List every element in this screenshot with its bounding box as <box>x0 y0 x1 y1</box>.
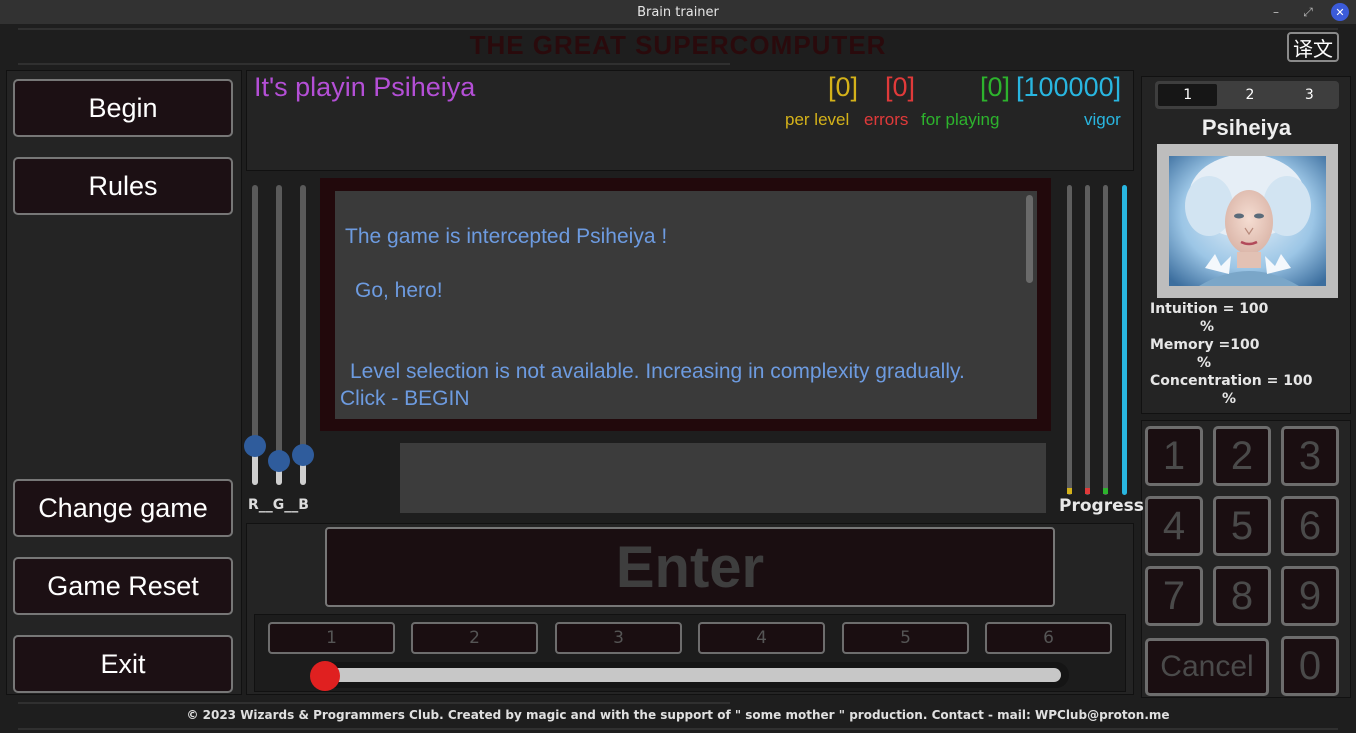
playing-status: It's playin Psiheiya <box>254 72 476 102</box>
blue-slider-handle[interactable] <box>292 444 314 466</box>
vigor-value: [100000] <box>1016 72 1122 102</box>
level-button-2[interactable]: 2 <box>411 622 538 654</box>
keypad-4-button[interactable]: 4 <box>1145 496 1203 556</box>
level-slider-handle[interactable] <box>310 661 340 691</box>
game-reset-button[interactable]: Game Reset <box>13 557 233 615</box>
level-button-5[interactable]: 5 <box>842 622 969 654</box>
keypad-9-button[interactable]: 9 <box>1281 566 1339 626</box>
progress-bar-errors <box>1085 185 1090 495</box>
rgb-label: R__G__B <box>248 497 309 513</box>
character-tabs: 1 2 3 <box>1155 81 1339 109</box>
character-name: Psiheiya <box>1201 115 1292 140</box>
exit-button[interactable]: Exit <box>13 635 233 693</box>
character-tab-1[interactable]: 1 <box>1158 84 1218 106</box>
progress-bar-cap <box>1085 488 1090 494</box>
divider <box>18 728 1338 730</box>
progress-bar-for-playing <box>1103 185 1108 495</box>
blue-slider-track[interactable] <box>300 185 306 485</box>
level-button-4[interactable]: 4 <box>698 622 825 654</box>
per-level-value: [0] <box>828 72 859 102</box>
keypad-7-button[interactable]: 7 <box>1145 566 1203 626</box>
maximize-icon[interactable]: ⤢ <box>1299 3 1317 21</box>
cancel-button[interactable]: Cancel <box>1145 638 1269 696</box>
progress-bar-cap <box>1103 488 1108 494</box>
concentration-stat: Concentration = 100 <box>1150 373 1313 389</box>
translate-button[interactable]: 译文 <box>1287 32 1339 62</box>
character-tab-2[interactable]: 2 <box>1220 81 1279 109</box>
change-game-button[interactable]: Change game <box>13 479 233 537</box>
message-scrollbar[interactable] <box>1026 195 1033 283</box>
keypad-2-button[interactable]: 2 <box>1213 426 1271 486</box>
footer-credits: © 2023 Wizards & Programmers Club. Creat… <box>186 708 1170 722</box>
window-titlebar: Brain trainer – ⤢ ✕ <box>0 0 1356 24</box>
errors-value: [0] <box>885 72 916 102</box>
keypad-3-button[interactable]: 3 <box>1281 426 1339 486</box>
minimize-icon[interactable]: – <box>1267 3 1285 21</box>
for-playing-value: [0] <box>980 72 1011 102</box>
keypad-6-button[interactable]: 6 <box>1281 496 1339 556</box>
memory-unit: % <box>1197 355 1212 371</box>
keypad-0-button[interactable]: 0 <box>1281 636 1339 696</box>
progress-bar-vigor <box>1122 185 1127 495</box>
rules-button[interactable]: Rules <box>13 157 233 215</box>
character-portrait <box>1169 156 1326 286</box>
keypad-8-button[interactable]: 8 <box>1213 566 1271 626</box>
per-level-label: per level <box>785 110 850 129</box>
window-title: Brain trainer <box>637 4 719 20</box>
green-slider-track[interactable] <box>276 185 282 485</box>
level-button-1[interactable]: 1 <box>268 622 395 654</box>
character-portrait-frame <box>1157 144 1338 298</box>
close-icon[interactable]: ✕ <box>1331 3 1349 21</box>
answer-field[interactable] <box>400 443 1046 513</box>
progress-bar-cap <box>1067 488 1072 494</box>
divider <box>18 702 730 704</box>
vigor-label: vigor <box>1084 110 1121 129</box>
message-line: Click - BEGIN <box>340 387 470 410</box>
keypad-1-button[interactable]: 1 <box>1145 426 1203 486</box>
divider <box>18 63 730 65</box>
progress-bar-per-level <box>1067 185 1072 495</box>
keypad-5-button[interactable]: 5 <box>1213 496 1271 556</box>
errors-label: errors <box>864 110 909 129</box>
for-playing-label: for playing <box>921 110 1000 129</box>
character-tab-3[interactable]: 3 <box>1280 81 1339 109</box>
enter-button[interactable]: Enter <box>325 527 1055 607</box>
app-title: THE GREAT SUPERCOMPUTER <box>469 30 887 60</box>
begin-button[interactable]: Begin <box>13 79 233 137</box>
level-button-6[interactable]: 6 <box>985 622 1112 654</box>
level-slider-track[interactable] <box>318 668 1061 682</box>
green-slider-handle[interactable] <box>268 450 290 472</box>
concentration-unit: % <box>1222 391 1237 407</box>
red-slider-handle[interactable] <box>244 435 266 457</box>
memory-stat: Memory =100 <box>1150 337 1260 353</box>
level-button-3[interactable]: 3 <box>555 622 682 654</box>
progress-label: Progress <box>1059 496 1144 516</box>
intuition-stat: Intuition = 100 <box>1150 301 1269 317</box>
message-line: The game is intercepted Psiheiya ! <box>345 225 668 248</box>
message-line: Go, hero! <box>355 279 443 302</box>
message-line: Level selection is not available. Increa… <box>350 360 965 383</box>
intuition-unit: % <box>1200 319 1215 335</box>
